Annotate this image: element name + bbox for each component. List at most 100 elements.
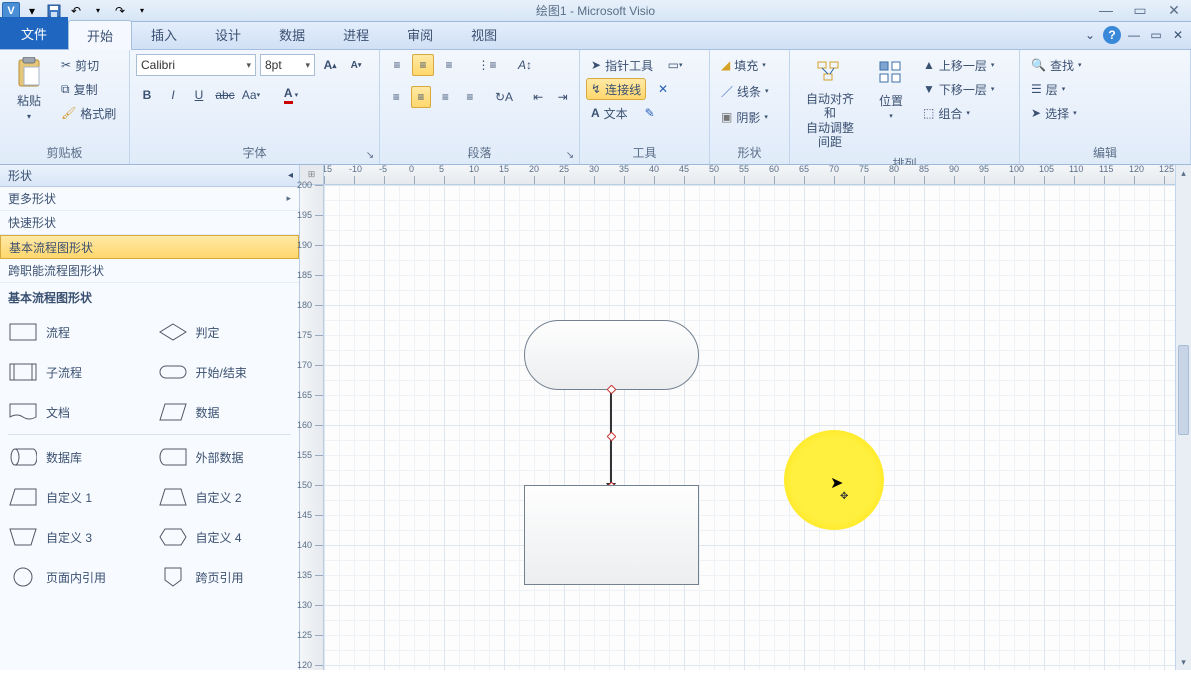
drawing-canvas[interactable]: ➤ ✥ bbox=[324, 185, 1175, 670]
font-color-icon[interactable]: A▾ bbox=[276, 84, 306, 106]
bullets-icon[interactable]: ⋮≡ bbox=[476, 54, 498, 76]
stencil-offpage-ref[interactable]: 跨页引用 bbox=[150, 557, 300, 597]
cut-button[interactable]: ✂剪切 bbox=[56, 54, 121, 76]
minimize-ribbon-icon[interactable]: ⌄ bbox=[1081, 26, 1099, 44]
document-icon bbox=[8, 402, 38, 422]
stencil-decision[interactable]: 判定 bbox=[150, 312, 300, 352]
tab-process[interactable]: 进程 bbox=[324, 19, 388, 49]
stencil-subprocess[interactable]: 子流程 bbox=[0, 352, 150, 392]
case-icon[interactable]: Aa▾ bbox=[240, 84, 262, 106]
underline-icon[interactable]: U bbox=[188, 84, 210, 106]
layers-button[interactable]: ☰层▾ bbox=[1026, 78, 1184, 100]
rectangle-tool-icon[interactable]: ▭▾ bbox=[664, 54, 686, 76]
stencil-terminator[interactable]: 开始/结束 bbox=[150, 352, 300, 392]
font-name-combo[interactable]: Calibri▾ bbox=[136, 54, 256, 76]
more-shapes-item[interactable]: 更多形状 bbox=[0, 187, 299, 211]
strike-icon[interactable]: abc bbox=[214, 84, 236, 106]
shadow-button[interactable]: ▣阴影▾ bbox=[716, 106, 783, 128]
quick-shapes-item[interactable]: 快速形状 bbox=[0, 211, 299, 235]
stencil-database[interactable]: 数据库 bbox=[0, 437, 150, 477]
window-close-icon[interactable]: ✕ bbox=[1169, 26, 1187, 44]
window-restore-icon[interactable]: ▭ bbox=[1147, 26, 1165, 44]
tab-home[interactable]: 开始 bbox=[68, 20, 132, 50]
line-button[interactable]: ／线条▾ bbox=[716, 80, 783, 102]
connection-point-icon[interactable]: ✕ bbox=[652, 78, 674, 100]
maximize-button[interactable]: ▭ bbox=[1129, 2, 1151, 19]
grow-font-icon[interactable]: A▴ bbox=[319, 54, 341, 76]
stencil-document[interactable]: 文档 bbox=[0, 392, 150, 432]
stencil-data[interactable]: 数据 bbox=[150, 392, 300, 432]
help-icon[interactable]: ? bbox=[1103, 26, 1121, 44]
align-left-icon[interactable]: ≡ bbox=[386, 86, 407, 108]
group-shape: ◢填充▾ ／线条▾ ▣阴影▾ 形状 bbox=[710, 50, 790, 164]
undo-dd-icon[interactable]: ▾ bbox=[88, 2, 108, 20]
tab-insert[interactable]: 插入 bbox=[132, 19, 196, 49]
tab-review[interactable]: 审阅 bbox=[388, 19, 452, 49]
terminator-shape[interactable] bbox=[524, 320, 699, 390]
window-min-icon[interactable]: — bbox=[1125, 26, 1143, 44]
bring-forward-button[interactable]: ▲上移一层▾ bbox=[918, 54, 999, 76]
copy-button[interactable]: ⧉复制 bbox=[56, 78, 121, 100]
shrink-font-icon[interactable]: A▾ bbox=[345, 54, 367, 76]
decrease-indent-icon[interactable]: ⇤ bbox=[528, 86, 549, 108]
vertical-scrollbar[interactable]: ▴ ▾ bbox=[1175, 165, 1191, 670]
align-right-icon[interactable]: ≡ bbox=[435, 86, 456, 108]
position-button[interactable]: 位置▾ bbox=[870, 54, 912, 153]
tab-view[interactable]: 视图 bbox=[452, 19, 516, 49]
cross-functional-item[interactable]: 跨职能流程图形状 bbox=[0, 259, 299, 283]
rotate-text-icon[interactable]: ↻A bbox=[494, 86, 515, 108]
fill-button[interactable]: ◢填充▾ bbox=[716, 54, 783, 76]
stencil-onpage-ref[interactable]: 页面内引用 bbox=[0, 557, 150, 597]
stencil-process[interactable]: 流程 bbox=[0, 312, 150, 352]
format-painter-button[interactable]: 🖌格式刷 bbox=[56, 102, 121, 124]
undo-icon[interactable]: ↶ bbox=[66, 2, 86, 20]
align-top-icon[interactable]: ≡ bbox=[386, 54, 408, 76]
canvas-area: ⊞ -15-10-5051015202530354045505560657075… bbox=[300, 165, 1191, 670]
collapse-icon[interactable]: ◂ bbox=[288, 170, 293, 181]
process-shape[interactable] bbox=[524, 485, 699, 585]
scrollbar-thumb[interactable] bbox=[1178, 345, 1189, 435]
group-button[interactable]: ⬚组合▾ bbox=[918, 102, 999, 124]
ribbon-tabs: 文件 开始 插入 设计 数据 进程 审阅 视图 ⌄ ? — ▭ ✕ bbox=[0, 22, 1191, 50]
scroll-up-icon[interactable]: ▴ bbox=[1176, 165, 1191, 181]
align-middle-icon[interactable]: ≡ bbox=[412, 54, 434, 76]
tab-design[interactable]: 设计 bbox=[196, 19, 260, 49]
connector-tool-button[interactable]: ↯连接线 bbox=[586, 78, 646, 100]
vertical-ruler[interactable]: 2001951901851801751701651601551501451401… bbox=[300, 185, 324, 670]
send-backward-button[interactable]: ▼下移一层▾ bbox=[918, 78, 999, 100]
scroll-down-icon[interactable]: ▾ bbox=[1176, 654, 1191, 670]
justify-icon[interactable]: ≡ bbox=[460, 86, 481, 108]
dialog-launcher-icon[interactable]: ↘ bbox=[564, 149, 576, 161]
bold-icon[interactable]: B bbox=[136, 84, 158, 106]
paste-button[interactable]: 粘贴 ▾ bbox=[6, 54, 52, 124]
align-center-icon[interactable]: ≡ bbox=[411, 86, 432, 108]
ink-icon[interactable]: ✎ bbox=[639, 102, 661, 124]
tab-data[interactable]: 数据 bbox=[260, 19, 324, 49]
find-button[interactable]: 🔍查找▾ bbox=[1026, 54, 1184, 76]
pointer-tool-button[interactable]: ➤指针工具 bbox=[586, 54, 658, 76]
redo-icon[interactable]: ↷ bbox=[110, 2, 130, 20]
stencil-custom4[interactable]: 自定义 4 bbox=[150, 517, 300, 557]
minimize-button[interactable]: — bbox=[1095, 2, 1117, 19]
select-button[interactable]: ➤选择▾ bbox=[1026, 102, 1184, 124]
group-edit: 🔍查找▾ ☰层▾ ➤选择▾ 编辑 bbox=[1020, 50, 1191, 164]
qat-more-icon[interactable]: ▾ bbox=[132, 2, 152, 20]
align-bottom-icon[interactable]: ≡ bbox=[438, 54, 460, 76]
stencil-custom1[interactable]: 自定义 1 bbox=[0, 477, 150, 517]
font-size-combo[interactable]: 8pt▾ bbox=[260, 54, 315, 76]
dialog-launcher-icon[interactable]: ↘ bbox=[364, 149, 376, 161]
basic-flowchart-item[interactable]: 基本流程图形状 bbox=[0, 235, 299, 259]
autoalign-button[interactable]: 自动对齐和 自动调整间距 bbox=[796, 54, 864, 153]
italic-icon[interactable]: I bbox=[162, 84, 184, 106]
tab-file[interactable]: 文件 bbox=[0, 17, 68, 49]
diamond-icon bbox=[158, 322, 188, 342]
increase-indent-icon[interactable]: ⇥ bbox=[552, 86, 573, 108]
text-direction-icon[interactable]: A↕ bbox=[514, 54, 536, 76]
close-button[interactable]: ✕ bbox=[1163, 2, 1185, 19]
horizontal-ruler[interactable]: -15-10-505101520253035404550556065707580… bbox=[324, 165, 1175, 185]
connector-handle-mid[interactable] bbox=[607, 432, 617, 442]
stencil-custom2[interactable]: 自定义 2 bbox=[150, 477, 300, 517]
stencil-external-data[interactable]: 外部数据 bbox=[150, 437, 300, 477]
text-tool-button[interactable]: A文本 bbox=[586, 102, 633, 124]
stencil-custom3[interactable]: 自定义 3 bbox=[0, 517, 150, 557]
